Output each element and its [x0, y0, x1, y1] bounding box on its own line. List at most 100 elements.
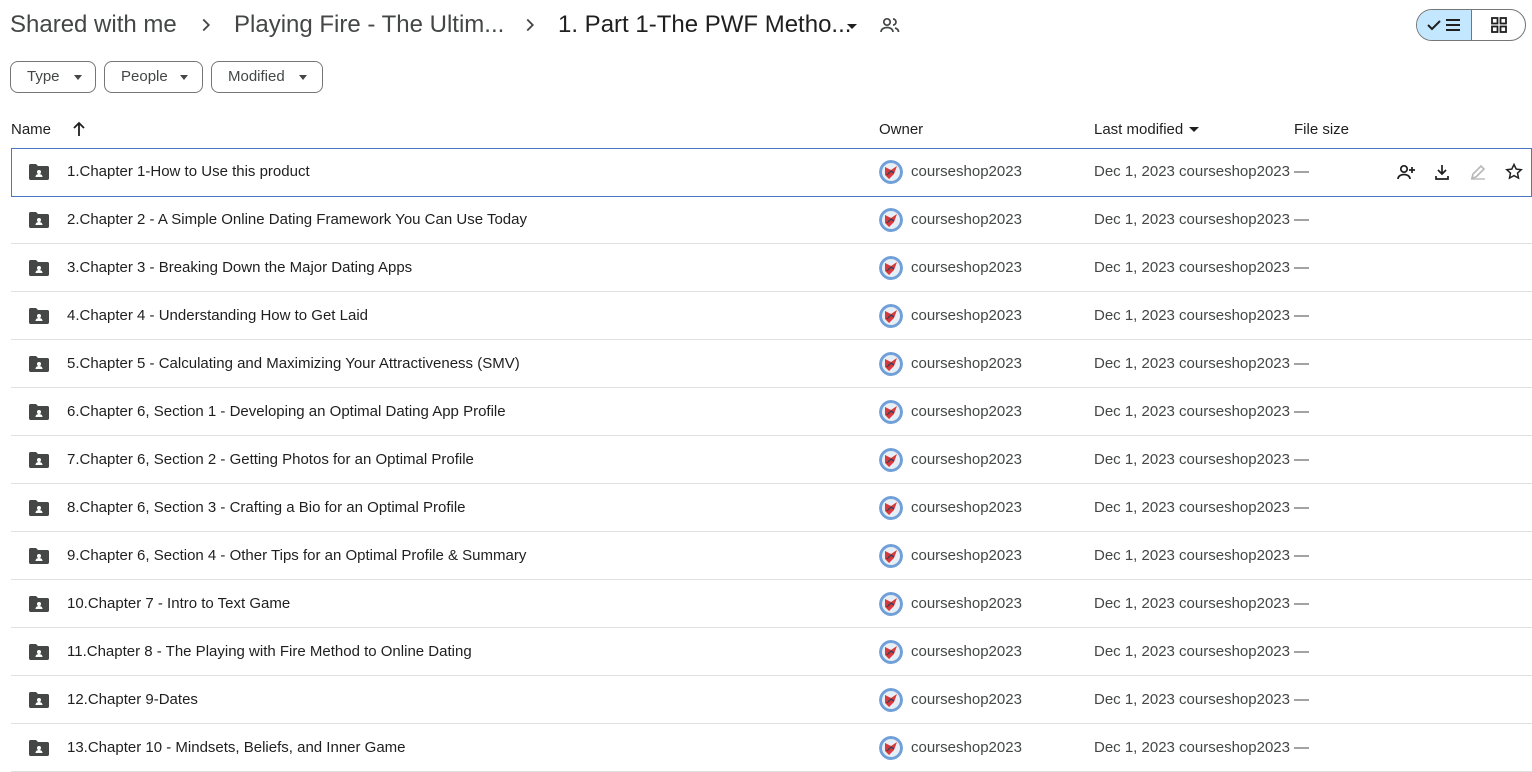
download-icon[interactable]	[1432, 162, 1452, 182]
file-name[interactable]: 12.Chapter 9-Dates	[67, 690, 198, 710]
file-size-value: —	[1294, 451, 1309, 468]
owner-name: courseshop2023	[911, 259, 1022, 276]
file-name[interactable]: 7.Chapter 6, Section 2 - Getting Photos …	[67, 450, 474, 470]
modified-filter-chip[interactable]: Modified	[211, 61, 323, 93]
table-row[interactable]: 11.Chapter 8 - The Playing with Fire Met…	[0, 628, 1532, 676]
owner-avatar	[879, 736, 903, 760]
table-row[interactable]: 9.Chapter 6, Section 4 - Other Tips for …	[0, 532, 1532, 580]
shared-folder-icon	[29, 548, 49, 564]
list-view-button[interactable]	[1417, 10, 1472, 40]
table-row[interactable]: 6.Chapter 6, Section 1 - Developing an O…	[0, 388, 1532, 436]
owner-name: courseshop2023	[911, 307, 1022, 324]
grid-view-button[interactable]	[1472, 10, 1525, 40]
file-name[interactable]: 13.Chapter 10 - Mindsets, Beliefs, and I…	[67, 738, 406, 758]
last-modified-value: Dec 1, 2023 courseshop2023	[1094, 355, 1290, 372]
column-header-name[interactable]: Name	[11, 120, 51, 140]
owner-name: courseshop2023	[911, 691, 1022, 708]
file-name[interactable]: 1.Chapter 1-How to Use this product	[67, 162, 310, 182]
table-header: Name Owner Last modified File size	[0, 112, 1532, 148]
shared-folder-icon	[29, 740, 49, 756]
column-header-file-size[interactable]: File size	[1294, 120, 1349, 140]
last-modified-value: Dec 1, 2023 courseshop2023	[1094, 643, 1290, 660]
column-header-last-modified[interactable]: Last modified	[1094, 120, 1183, 140]
type-filter-chip[interactable]: Type	[10, 61, 96, 93]
owner-name: courseshop2023	[911, 163, 1022, 180]
people-filter-chip[interactable]: People	[104, 61, 203, 93]
owner-name: courseshop2023	[911, 211, 1022, 228]
avatar-image-icon	[879, 736, 903, 760]
file-size-value: —	[1294, 355, 1309, 372]
shared-folder-icon	[29, 404, 49, 420]
last-modified-value: Dec 1, 2023 courseshop2023	[1094, 739, 1290, 756]
file-name[interactable]: 8.Chapter 6, Section 3 - Crafting a Bio …	[67, 498, 466, 518]
file-name[interactable]: 11.Chapter 8 - The Playing with Fire Met…	[67, 642, 472, 662]
table-row[interactable]: 3.Chapter 3 - Breaking Down the Major Da…	[0, 244, 1532, 292]
rename-pencil-icon[interactable]	[1468, 162, 1488, 182]
owner-name: courseshop2023	[911, 595, 1022, 612]
table-row[interactable]: 2.Chapter 2 - A Simple Online Dating Fra…	[0, 196, 1532, 244]
breadcrumb-shared-with-me[interactable]: Shared with me	[10, 8, 177, 42]
file-list: 1.Chapter 1-How to Use this product cour…	[0, 148, 1532, 772]
avatar-image-icon	[879, 208, 903, 232]
last-modified-value: Dec 1, 2023 courseshop2023	[1094, 403, 1290, 420]
avatar-image-icon	[879, 640, 903, 664]
folder-menu-dropdown-icon[interactable]	[840, 14, 864, 38]
last-modified-value: Dec 1, 2023 courseshop2023	[1094, 211, 1290, 228]
owner-avatar	[879, 160, 903, 184]
owner-avatar	[879, 208, 903, 232]
file-name[interactable]: 9.Chapter 6, Section 4 - Other Tips for …	[67, 546, 526, 566]
table-row[interactable]: 7.Chapter 6, Section 2 - Getting Photos …	[0, 436, 1532, 484]
file-name[interactable]: 6.Chapter 6, Section 1 - Developing an O…	[67, 402, 506, 422]
file-name[interactable]: 10.Chapter 7 - Intro to Text Game	[67, 594, 290, 614]
sort-ascending-arrow-icon[interactable]	[70, 120, 88, 138]
avatar-image-icon	[879, 160, 903, 184]
checkmark-list-icon	[1427, 19, 1460, 31]
shared-folder-icon	[29, 452, 49, 468]
owner-name: courseshop2023	[911, 499, 1022, 516]
owner-avatar	[879, 352, 903, 376]
shared-folder-icon	[29, 260, 49, 276]
avatar-image-icon	[879, 496, 903, 520]
shared-people-icon[interactable]	[878, 14, 902, 38]
share-add-person-icon[interactable]	[1396, 162, 1416, 182]
file-size-value: —	[1294, 499, 1309, 516]
owner-name: courseshop2023	[911, 643, 1022, 660]
modified-filter-label: Modified	[228, 68, 285, 85]
column-header-owner[interactable]: Owner	[879, 120, 923, 140]
file-size-value: —	[1294, 643, 1309, 660]
table-row[interactable]: 4.Chapter 4 - Understanding How to Get L…	[0, 292, 1532, 340]
last-modified-sort-caret-icon[interactable]	[1189, 127, 1199, 132]
file-name[interactable]: 3.Chapter 3 - Breaking Down the Major Da…	[67, 258, 412, 278]
file-size-value: —	[1294, 211, 1309, 228]
shared-folder-icon	[29, 308, 49, 324]
shared-folder-icon	[29, 164, 49, 180]
avatar-image-icon	[879, 256, 903, 280]
breadcrumb-current-folder[interactable]: 1. Part 1-The PWF Metho...	[558, 8, 851, 42]
owner-avatar	[879, 544, 903, 568]
breadcrumb-parent-folder[interactable]: Playing Fire - The Ultim...	[234, 8, 504, 42]
table-row[interactable]: 13.Chapter 10 - Mindsets, Beliefs, and I…	[0, 724, 1532, 772]
file-name[interactable]: 4.Chapter 4 - Understanding How to Get L…	[67, 306, 368, 326]
chevron-right-icon	[526, 18, 535, 32]
grid-icon	[1491, 17, 1507, 33]
table-row[interactable]: 1.Chapter 1-How to Use this product cour…	[0, 148, 1532, 197]
last-modified-value: Dec 1, 2023 courseshop2023	[1094, 163, 1290, 180]
last-modified-value: Dec 1, 2023 courseshop2023	[1094, 691, 1290, 708]
table-row[interactable]: 12.Chapter 9-Dates courseshop2023 Dec 1,…	[0, 676, 1532, 724]
owner-name: courseshop2023	[911, 739, 1022, 756]
table-row[interactable]: 5.Chapter 5 - Calculating and Maximizing…	[0, 340, 1532, 388]
file-size-value: —	[1294, 547, 1309, 564]
shared-folder-icon	[29, 692, 49, 708]
owner-avatar	[879, 448, 903, 472]
shared-folder-icon	[29, 212, 49, 228]
avatar-image-icon	[879, 304, 903, 328]
file-size-value: —	[1294, 403, 1309, 420]
table-row[interactable]: 8.Chapter 6, Section 3 - Crafting a Bio …	[0, 484, 1532, 532]
file-name[interactable]: 2.Chapter 2 - A Simple Online Dating Fra…	[67, 210, 527, 230]
chevron-down-icon	[74, 75, 82, 80]
avatar-image-icon	[879, 592, 903, 616]
owner-avatar	[879, 592, 903, 616]
file-name[interactable]: 5.Chapter 5 - Calculating and Maximizing…	[67, 354, 520, 374]
star-icon[interactable]	[1504, 162, 1524, 182]
table-row[interactable]: 10.Chapter 7 - Intro to Text Game course…	[0, 580, 1532, 628]
